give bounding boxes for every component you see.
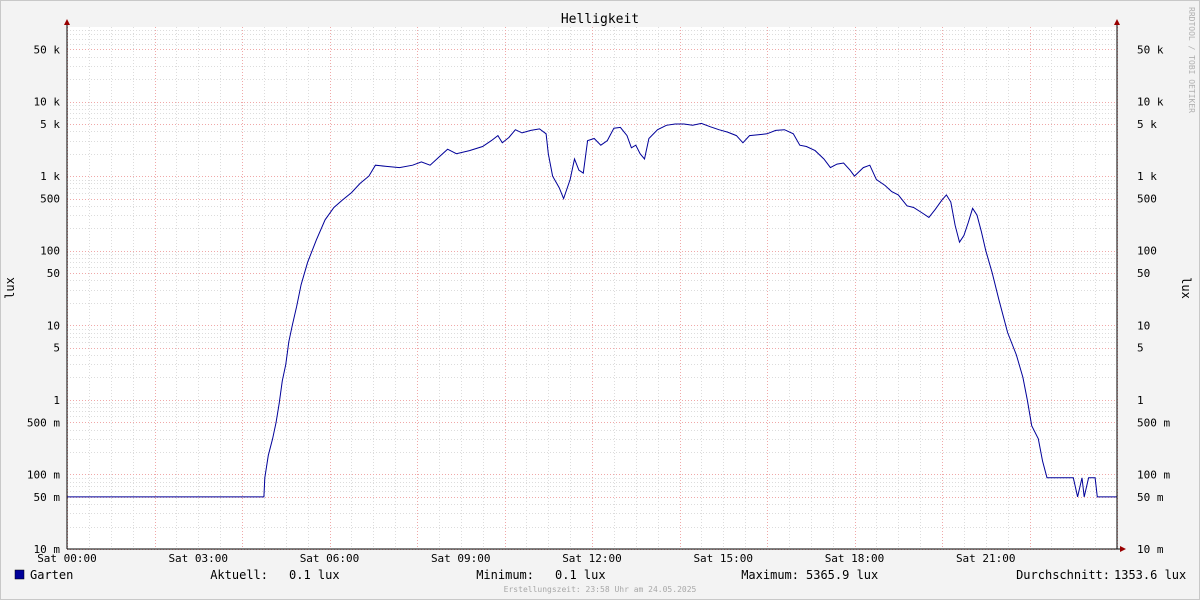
brightness-chart: 10 m 50 m 100 m 500 m 1 5 10 50 100 500 1 k 5 k 10 k… bbox=[3, 7, 1196, 594]
y-tick-label-right: 5 k bbox=[1137, 118, 1157, 131]
y-tick-label-right: 10 k bbox=[1137, 96, 1164, 109]
x-tick-labels: Sat 00:00 Sat 03:00 Sat 06:00 Sat 09:00 Sat … bbox=[37, 552, 1015, 565]
x-tick-label: Sat 18:00 bbox=[825, 552, 885, 565]
y-tick-label-right: 10 m bbox=[1137, 543, 1164, 556]
creation-timestamp: Erstellungszeit: 23:58 Uhr am 24.05.2025 bbox=[504, 585, 697, 594]
y-tick-label-left: 5 bbox=[53, 342, 60, 355]
y-tick-label-right: 10 bbox=[1137, 319, 1150, 332]
legend-minimum-value: 0.1 lux bbox=[555, 568, 606, 582]
y-tick-labels-left: 10 m50 m100 m500 m1510501005001 k5 k10 k… bbox=[27, 43, 60, 556]
y-tick-labels-right: 10 m 50 m 100 m 500 m 1 5 10 50 100 500 1 k 5 k 10 k… bbox=[1137, 43, 1170, 556]
y-tick-label-right: 500 m bbox=[1137, 416, 1170, 429]
legend-maximum-value: 5365.9 lux bbox=[806, 568, 878, 582]
legend-current-label: Aktuell: bbox=[210, 568, 268, 582]
y-tick-label-left: 10 k bbox=[34, 96, 61, 109]
x-tick-label: Sat 03:00 bbox=[168, 552, 228, 565]
y-axis-arrow-left bbox=[64, 19, 70, 25]
y-tick-label-right: 1 k bbox=[1137, 170, 1157, 183]
x-tick-label: Sat 21:00 bbox=[956, 552, 1016, 565]
legend-average-value: 1353.6 lux bbox=[1114, 568, 1186, 582]
y-tick-label-left: 1 bbox=[53, 394, 60, 407]
y-tick-label-right: 50 k bbox=[1137, 43, 1164, 56]
y-tick-label-left: 500 bbox=[40, 193, 60, 206]
legend-swatch-garten bbox=[14, 569, 25, 580]
legend-average-label: Durchschnitt: bbox=[1016, 568, 1110, 582]
legend-series-name: Garten bbox=[30, 568, 73, 582]
y-tick-label-left: 100 m bbox=[27, 468, 60, 481]
x-tick-label: Sat 12:00 bbox=[562, 552, 622, 565]
legend-current-value: 0.1 lux bbox=[289, 568, 340, 582]
y-tick-label-right: 500 bbox=[1137, 193, 1157, 206]
y-tick-label-right: 1 bbox=[1137, 394, 1144, 407]
x-tick-label: Sat 06:00 bbox=[300, 552, 360, 565]
y-tick-label-left: 50 bbox=[47, 267, 60, 280]
y-tick-label-right: 100 m bbox=[1137, 468, 1170, 481]
chart-title: Helligkeit bbox=[561, 12, 639, 27]
y-tick-label-left: 50 m bbox=[34, 491, 61, 504]
y-tick-label-left: 10 bbox=[47, 319, 60, 332]
y-tick-label-right: 50 m bbox=[1137, 491, 1164, 504]
y-tick-label-right: 100 bbox=[1137, 245, 1157, 258]
x-tick-label: Sat 00:00 bbox=[37, 552, 97, 565]
y-axis-arrow-right bbox=[1114, 19, 1120, 25]
x-tick-label: Sat 09:00 bbox=[431, 552, 491, 565]
y-tick-label-right: 5 bbox=[1137, 342, 1144, 355]
y-tick-label-left: 50 k bbox=[34, 43, 61, 56]
legend-maximum-label: Maximum: bbox=[741, 568, 799, 582]
y-tick-label-left: 5 k bbox=[40, 118, 60, 131]
x-tick-label: Sat 15:00 bbox=[693, 552, 753, 565]
y-axis-label-left: lux bbox=[3, 277, 17, 299]
y-axis-label-right: lux bbox=[1179, 277, 1193, 299]
legend-minimum-label: Minimum: bbox=[476, 568, 534, 582]
y-tick-label-left: 1 k bbox=[40, 170, 60, 183]
watermark: RRDTOOL / TOBI OETIKER bbox=[1187, 7, 1196, 113]
y-tick-label-left: 500 m bbox=[27, 416, 60, 429]
y-tick-label-right: 50 bbox=[1137, 267, 1150, 280]
y-tick-label-left: 100 bbox=[40, 245, 60, 258]
x-axis-arrow bbox=[1120, 546, 1126, 552]
